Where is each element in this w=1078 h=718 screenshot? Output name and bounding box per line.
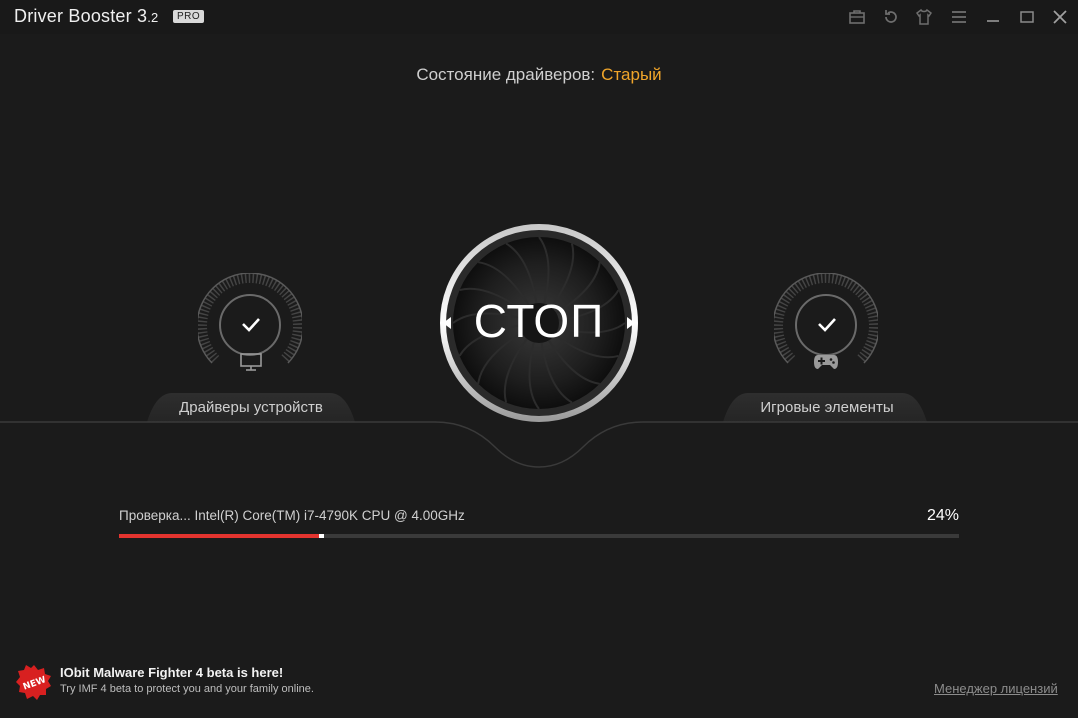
stop-button-label: СТОП <box>473 295 605 347</box>
new-badge-icon[interactable]: NEW <box>16 664 52 700</box>
restore-icon[interactable] <box>881 7 901 27</box>
device-drivers-label[interactable]: Драйверы устройств <box>141 399 361 416</box>
close-icon[interactable] <box>1050 7 1070 27</box>
game-components-label[interactable]: Игровые элементы <box>717 399 937 416</box>
license-manager-link[interactable]: Менеджер лицензий <box>934 681 1058 696</box>
app-name: Driver Booster 3 <box>14 6 148 26</box>
skin-icon[interactable] <box>914 7 934 27</box>
promo-subtitle: Try IMF 4 beta to protect you and your f… <box>60 683 314 695</box>
scan-progress-fill <box>119 534 321 538</box>
menu-icon[interactable] <box>949 7 969 27</box>
app-title: Driver Booster 3.2 <box>14 6 159 27</box>
stop-button[interactable]: СТОП <box>438 222 640 424</box>
scan-percent: 24% <box>926 507 959 524</box>
toolbox-icon[interactable] <box>847 7 867 27</box>
promo-title[interactable]: IObit Malware Fighter 4 beta is here! <box>60 665 283 680</box>
driver-status: Состояние драйверов: Старый <box>0 65 1078 85</box>
minimize-icon[interactable] <box>983 7 1003 27</box>
gamepad-icon <box>814 355 838 369</box>
app-version: .2 <box>147 10 159 25</box>
scan-status-text: Проверка... Intel(R) Core(TM) i7-4790K C… <box>119 508 465 523</box>
check-icon <box>818 318 836 332</box>
maximize-icon[interactable] <box>1017 7 1037 27</box>
scan-progress-tip <box>318 534 324 538</box>
title-bar: Driver Booster 3.2 PRO <box>0 0 1078 34</box>
scan-progress-bar <box>119 534 959 538</box>
pro-badge: PRO <box>173 10 205 23</box>
monitor-icon <box>240 353 262 371</box>
driver-status-value: Старый <box>601 65 662 84</box>
check-icon <box>242 318 260 332</box>
driver-status-label: Состояние драйверов: <box>416 65 596 84</box>
